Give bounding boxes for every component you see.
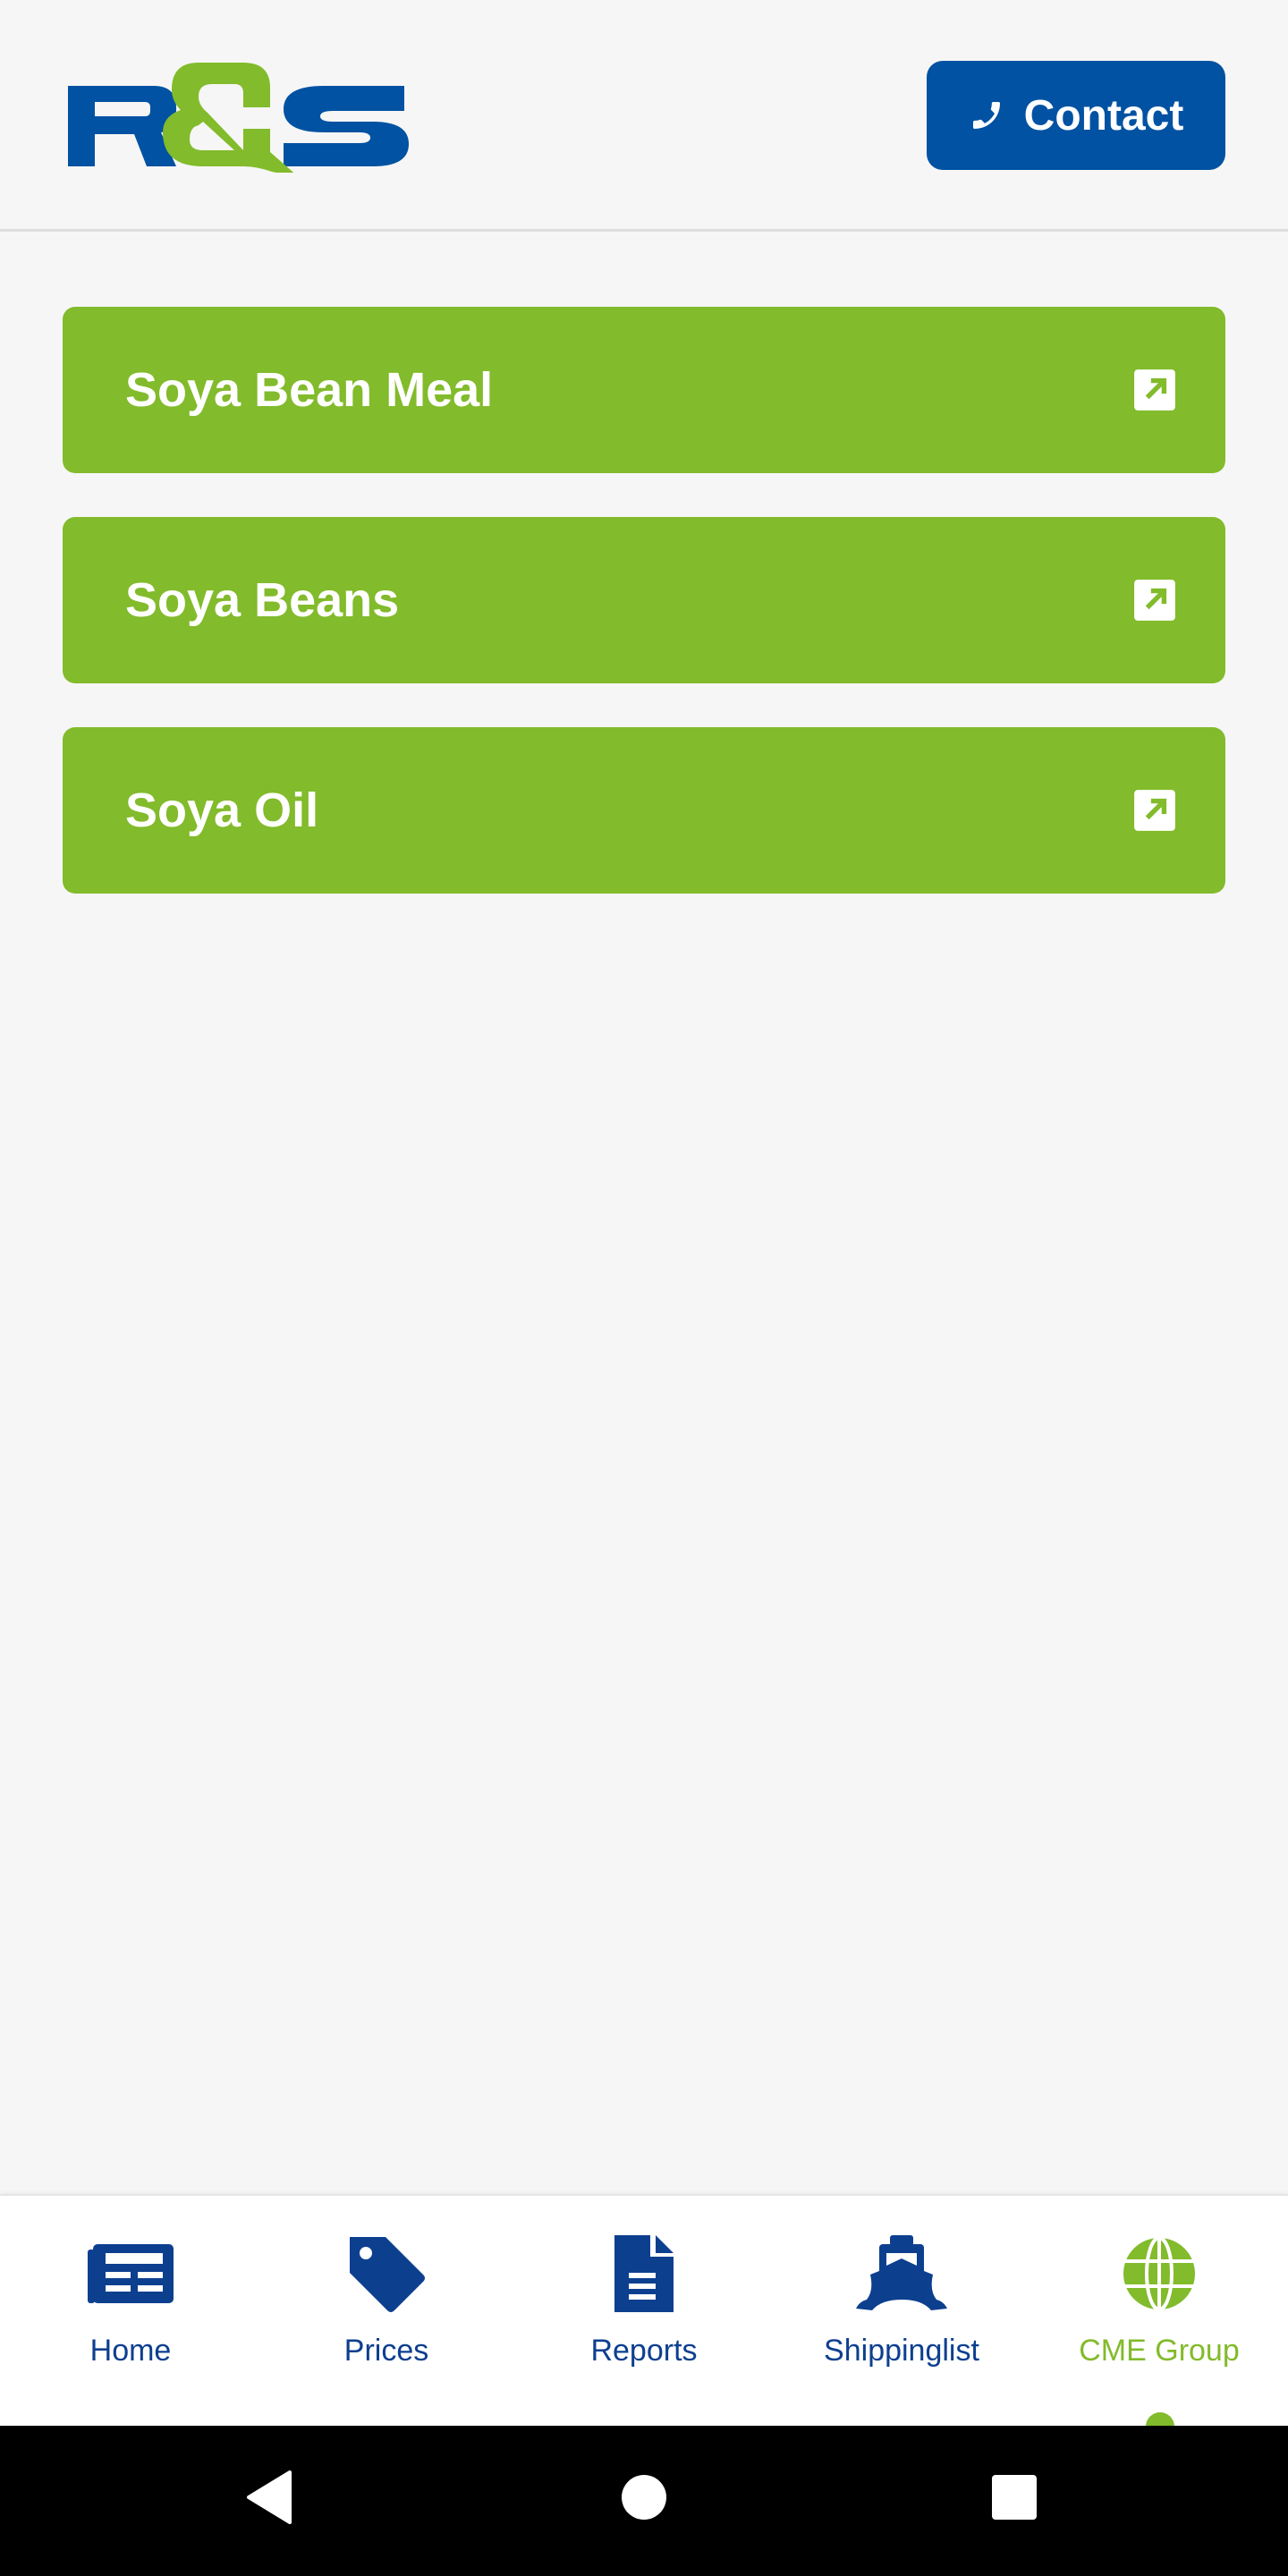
external-link-icon [1134,580,1175,621]
recents-icon[interactable] [991,2474,1038,2521]
item-label: Soya Bean Meal [125,363,494,417]
tag-icon [350,2237,425,2312]
tab-label: Prices [343,2334,429,2368]
ship-icon [856,2235,947,2310]
tab-label: Reports [590,2334,698,2368]
external-link-icon [1134,369,1175,411]
document-icon [614,2235,674,2312]
tab-label: CME Group [1079,2334,1240,2368]
item-label: Soya Beans [125,573,400,627]
link-soya-oil[interactable]: Soya Oil [63,727,1225,894]
back-icon[interactable] [245,2470,293,2524]
tab-cme-group[interactable]: CME Group [1030,2196,1288,2428]
bottom-navigation: Home Prices Reports Shippinglist CME Gro… [0,2194,1288,2428]
phone-icon [972,102,1000,129]
item-label: Soya Oil [125,784,319,837]
tab-shippinglist[interactable]: Shippinglist [773,2196,1030,2428]
link-soya-beans[interactable]: Soya Beans [63,517,1225,683]
link-soya-bean-meal[interactable]: Soya Bean Meal [63,307,1225,473]
home-icon[interactable] [621,2474,667,2521]
rs-logo [68,63,409,173]
tab-label: Home [89,2334,172,2368]
system-navigation-bar [0,2426,1288,2576]
external-link-icon [1134,790,1175,831]
tab-home[interactable]: Home [2,2196,259,2428]
tab-reports[interactable]: Reports [515,2196,773,2428]
app-header: Contact [0,0,1288,232]
tab-prices[interactable]: Prices [258,2196,515,2428]
newspaper-icon [88,2244,174,2303]
globe-icon [1123,2236,1195,2311]
contact-button[interactable]: Contact [927,61,1225,170]
tab-label: Shippinglist [824,2334,979,2368]
contact-label: Contact [1023,91,1184,140]
